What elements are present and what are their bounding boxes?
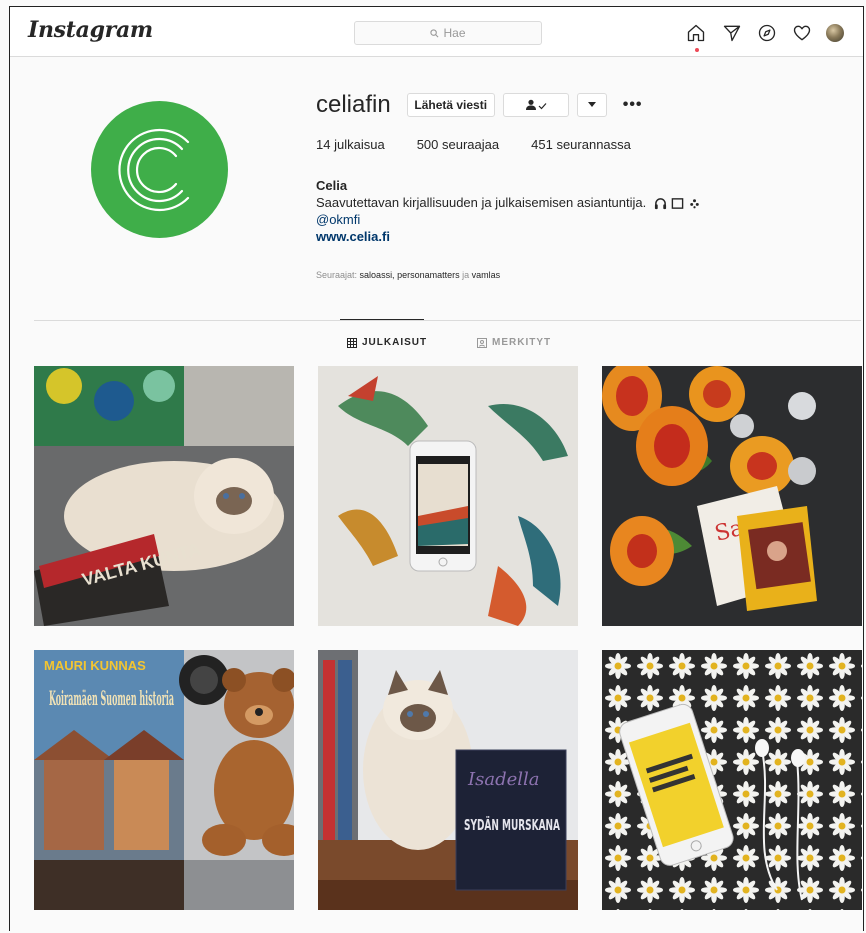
followed-by[interactable]: Seuraajat: saloassi, personamatters ja v… — [316, 270, 500, 280]
website-link[interactable]: www.celia.fi — [316, 228, 701, 245]
follow-person-icon — [525, 99, 547, 110]
post-image: Sapie — [602, 366, 862, 626]
post-thumbnail[interactable]: MAURI KUNNAS Koiramäen Suomen historia — [34, 650, 294, 910]
tab-posts[interactable]: JULKAISUT — [347, 337, 427, 348]
suggestions-dropdown-button[interactable] — [576, 93, 607, 117]
post-thumbnail[interactable]: VALTA KUNTA — [34, 366, 294, 626]
app-window: Instagram Hae celiafin Lähetä viesti •••… — [9, 6, 864, 931]
post-thumbnail[interactable] — [318, 366, 578, 626]
following-count[interactable]: 451 seurannassa — [531, 137, 631, 152]
post-thumbnail[interactable] — [602, 650, 862, 910]
active-tab-indicator — [340, 319, 424, 320]
post-book-author: Isadella — [467, 769, 540, 790]
profile-stats: 14 julkaisua 500 seuraajaa 451 seurannas… — [316, 137, 663, 152]
profile-username: celiafin — [316, 91, 391, 118]
posts-count: 14 julkaisua — [316, 137, 385, 152]
followers-count[interactable]: 500 seuraajaa — [417, 137, 499, 152]
bio-text-line: Saavutettavan kirjallisuuden ja julkaise… — [316, 194, 701, 211]
profile-divider — [34, 320, 861, 321]
home-button[interactable] — [684, 21, 708, 52]
heart-icon — [793, 25, 811, 41]
explore-icon — [758, 24, 776, 42]
bio-text: Saavutettavan kirjallisuuden ja julkaise… — [316, 195, 647, 210]
chevron-down-icon — [587, 102, 596, 107]
post-thumbnail[interactable]: Sapie — [602, 366, 862, 626]
sparkle-icon — [690, 199, 699, 209]
celia-logo-icon — [117, 128, 189, 211]
headphones-icon — [654, 198, 666, 210]
direct-button[interactable] — [720, 21, 744, 45]
avatar — [826, 24, 844, 42]
grid-icon — [347, 337, 357, 348]
mention-link[interactable]: @okmfi — [316, 211, 701, 228]
post-image: Isadella SYDÄN MURSKANA — [318, 650, 578, 910]
post-book-title: Koiramäen Suomen historia — [49, 686, 174, 710]
post-book-title: SYDÄN MURSKANA — [464, 815, 560, 834]
tab-tagged[interactable]: MERKITYT — [477, 337, 551, 348]
more-options-icon[interactable]: ••• — [623, 96, 643, 114]
profile-bio: Celia Saavutettavan kirjallisuuden ja ju… — [316, 177, 701, 245]
tagged-icon — [477, 337, 487, 348]
post-book-author: MAURI KUNNAS — [44, 658, 146, 673]
following-button[interactable] — [502, 93, 569, 117]
profile-full-name: Celia — [316, 178, 348, 193]
profile-avatar[interactable] — [91, 101, 228, 238]
home-icon — [687, 24, 705, 42]
explore-button[interactable] — [755, 21, 779, 45]
top-navigation: Instagram Hae — [10, 7, 863, 57]
profile-avatar-button[interactable] — [823, 21, 847, 45]
post-image: MAURI KUNNAS Koiramäen Suomen historia — [34, 650, 294, 910]
notification-dot — [695, 48, 699, 52]
post-image — [602, 650, 862, 910]
post-image — [318, 366, 578, 626]
post-thumbnail[interactable]: Isadella SYDÄN MURSKANA — [318, 650, 578, 910]
post-image: VALTA KUNTA — [34, 366, 294, 626]
book-icon — [671, 198, 684, 209]
direct-icon — [723, 25, 741, 42]
send-message-button[interactable]: Lähetä viesti — [406, 93, 495, 117]
activity-button[interactable] — [790, 21, 814, 45]
